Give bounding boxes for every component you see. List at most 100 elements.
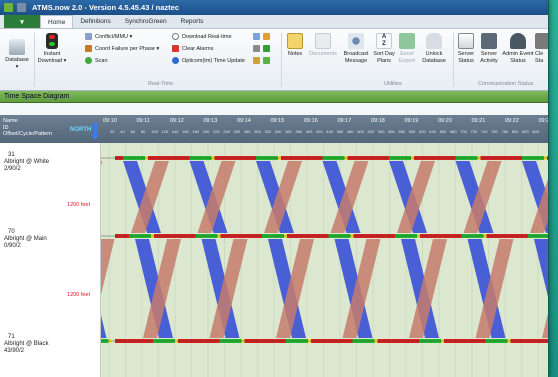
time-space-diagram[interactable] — [101, 143, 549, 377]
progression-bands — [101, 161, 548, 338]
distance-label: 1200 feet — [67, 202, 90, 208]
lock-icon — [426, 33, 442, 49]
diagram-header: Name ID Offset/Cycle/Pattern NORTH 09:10… — [0, 115, 549, 143]
intersection-id: 71 — [8, 334, 15, 340]
wrench-icon — [263, 45, 270, 52]
signal-icon — [263, 57, 270, 64]
notes-button[interactable]: Notes — [284, 33, 306, 58]
title-bar: ATMS.now 2.0 - Version 4.5.45.43 / nazte… — [0, 0, 548, 15]
seconds-tick: 420 — [316, 129, 323, 134]
broadcast-label: Broadcast Message — [343, 51, 369, 64]
opticom-button[interactable]: Opticom(tm) Time Update — [172, 57, 245, 64]
seconds-tick: 20 — [110, 129, 115, 134]
seconds-tick: 380 — [295, 129, 303, 134]
intersection-name: Albright @ Main — [4, 236, 47, 242]
intersection-name: Albright @ Black — [4, 341, 49, 347]
server-activity-label: Server Activity — [480, 51, 498, 64]
scan-button[interactable]: Scan — [85, 57, 108, 64]
time-tick: 09:12 — [170, 118, 184, 124]
intersection-list: 31 Albright @ White 2/90/2 1200 feet 70 … — [0, 143, 101, 377]
distance-label: 1200 feet — [67, 292, 90, 298]
scan-label: Scan — [95, 57, 108, 64]
database-label: Database — [5, 57, 29, 63]
realtime-group-label: Real-Time — [148, 81, 174, 87]
download-realtime-button[interactable]: Download Real-time — [172, 33, 232, 40]
clear-status-button[interactable]: Cle Sta — [535, 33, 548, 64]
clear-alarms-button[interactable]: Clear Alarms — [172, 45, 213, 52]
database-button[interactable]: Database ▾ — [3, 39, 31, 70]
tab-synchrogreen[interactable]: SynchroGreen — [118, 15, 174, 28]
intersection-label[interactable]: 71 Albright @ Black 43/90/2 — [4, 334, 48, 355]
seconds-tick: 80 — [140, 129, 146, 134]
admin-event-label: Admin Event Status — [502, 51, 534, 64]
server-activity-button[interactable]: Server Activity — [477, 33, 501, 64]
seconds-tick: 360 — [285, 129, 292, 134]
seconds-tick: 460 — [336, 129, 344, 134]
seconds-tick: 200 — [202, 129, 210, 134]
seconds-tick: 220 — [213, 129, 220, 134]
sort-az-icon: AZ — [376, 33, 392, 49]
seconds-tick: 740 — [480, 129, 488, 134]
seconds-tick: 340 — [274, 129, 282, 134]
users-icon — [510, 33, 526, 49]
conflict-mmu-button[interactable]: Conflict/MMU ▾ — [85, 33, 132, 40]
time-tick: 09:16 — [304, 118, 318, 124]
intersection-label[interactable]: 31 Albright @ White 2/90/2 — [4, 152, 49, 173]
broadcast-icon — [348, 33, 364, 49]
file-menu-button[interactable]: ▾ — [4, 15, 40, 28]
coord-failure-button[interactable]: Coord Failure per Phase ▾ — [85, 45, 159, 52]
excel-label: Excel Export — [399, 51, 415, 64]
seconds-tick: 560 — [388, 129, 395, 134]
time-tick: 09:22 — [505, 118, 519, 124]
southbound-band — [101, 239, 115, 295]
bell-icon — [253, 57, 260, 64]
documents-button[interactable]: Documents — [306, 33, 340, 58]
panel-title: Time Space Diagram — [0, 91, 548, 103]
traffic-light-icon — [46, 33, 58, 49]
seconds-tick: 260 — [233, 129, 241, 134]
tab-reports[interactable]: Reports — [174, 15, 211, 28]
time-tick: 09:19 — [404, 118, 419, 124]
server-status-label: Server Status — [457, 51, 475, 64]
conflict-label: Conflict/MMU — [95, 33, 129, 40]
intersection-pattern: 0/90/2 — [4, 243, 21, 249]
intersection-pattern: 43/90/2 — [4, 348, 25, 354]
opticom-label: Opticom(tm) Time Update — [182, 57, 245, 64]
intersection-name: Albright @ White — [4, 159, 50, 165]
realtime-tool-a[interactable] — [253, 33, 273, 40]
server-status-button[interactable]: Server Status — [455, 33, 477, 64]
seconds-tick: 60 — [130, 129, 136, 134]
time-tick: 09:20 — [438, 118, 452, 124]
admin-event-status-button[interactable]: Admin Event Status — [502, 33, 534, 64]
instant-download-button[interactable]: Instant Download ▾ — [36, 33, 68, 64]
quick-access-icon[interactable] — [4, 3, 13, 12]
quick-save-icon[interactable] — [17, 3, 26, 12]
seconds-tick: 620 — [419, 129, 426, 134]
instant-download-label: Instant Download — [37, 51, 63, 64]
intersection-label[interactable]: 70 Albright @ Main 0/90/2 — [4, 229, 47, 250]
time-tick: 09:23 — [538, 118, 549, 124]
realtime-tool-c[interactable] — [253, 57, 273, 64]
intersection-id: 31 — [8, 152, 15, 158]
documents-label: Documents — [309, 51, 337, 57]
seconds-tick: 500 — [357, 129, 364, 134]
southbound-band — [101, 161, 103, 166]
broadcast-button[interactable]: Broadcast Message — [340, 33, 372, 64]
time-tick: 09:21 — [471, 118, 486, 124]
seconds-tick: 780 — [501, 129, 509, 134]
seconds-tick: 840 — [532, 129, 539, 134]
seconds-tick: 820 — [522, 129, 529, 134]
unlock-database-button[interactable]: Unlock Database — [418, 33, 450, 64]
seconds-tick: 400 — [305, 129, 313, 134]
coord-icon — [85, 45, 92, 52]
tab-home[interactable]: Home — [40, 15, 74, 28]
database-icon — [9, 39, 25, 55]
excel-export-button[interactable]: Excel Export — [396, 33, 418, 64]
time-tick: 09:15 — [270, 118, 285, 124]
sort-day-plans-button[interactable]: AZ Sort Day Plans — [372, 33, 396, 64]
seconds-tick: 800 — [511, 129, 519, 134]
server-icon — [481, 33, 497, 49]
tab-definitions[interactable]: Definitions — [73, 15, 117, 28]
realtime-tool-b[interactable] — [253, 45, 273, 52]
seconds-tick: 280 — [243, 129, 251, 134]
